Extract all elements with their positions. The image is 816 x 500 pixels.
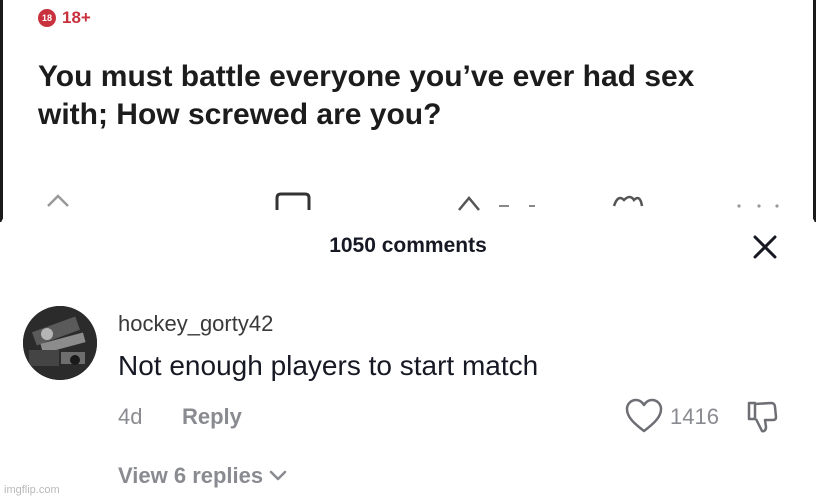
nsfw-tag: 18 18+ [38,8,91,28]
heart-icon [625,398,663,433]
post-title: You must battle everyone you’ve ever had… [38,60,695,131]
thumbs-down-icon [747,401,778,433]
close-icon [753,235,777,259]
comments-count-title: 1050 comments [329,234,487,257]
dislike-button[interactable] [745,399,779,435]
view-replies-button[interactable]: View 6 replies [118,463,287,489]
nsfw-label: 18+ [62,8,91,27]
post-card: 18 18+ You must battle everyone you’ve e… [0,0,816,222]
close-button[interactable] [750,232,780,262]
comment-text: Not enough players to start match [118,350,539,381]
chevron-down-icon [269,470,287,481]
watermark: imgflip.com [4,484,60,496]
nsfw-badge-icon: 18 [38,9,56,27]
reply-button[interactable]: Reply [182,404,242,430]
like-count: 1416 [670,404,719,429]
view-replies-label: View 6 replies [118,463,264,488]
like-button[interactable] [624,398,664,434]
comment-age: 4d [118,404,143,429]
avatar[interactable] [23,306,97,380]
avatar-image [23,306,97,380]
comment-username[interactable]: hockey_gorty42 [118,311,273,337]
post-action-bar [3,190,816,214]
